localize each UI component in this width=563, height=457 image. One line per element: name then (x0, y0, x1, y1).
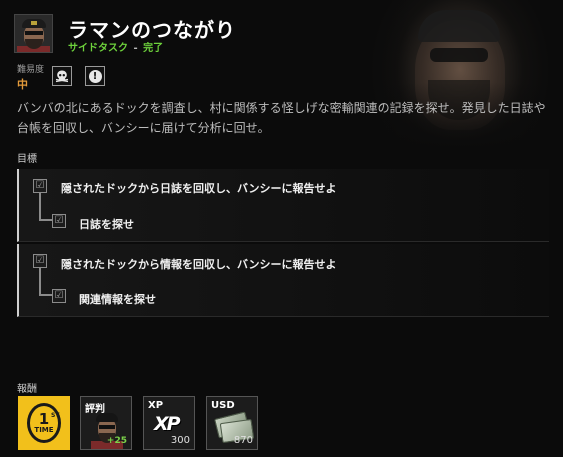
difficulty-label: 難易度 (17, 65, 45, 75)
mission-description: バンバの北にあるドックを調査し、村に関係する怪しげな密輸関連の記録を探せ。発見し… (17, 101, 546, 135)
objective-tree-connector (39, 268, 53, 296)
mission-type: サイドタスク (68, 43, 128, 54)
objective-tree-connector (39, 193, 53, 221)
reward-amount: 870 (233, 435, 253, 446)
reward-first-time[interactable]: 1 ST TIME (18, 396, 70, 450)
objective-group: ☑ 隠されたドックから日誌を回収し、バンシーに報告せよ ☑ 日誌を探せ (17, 169, 549, 242)
skull-icon (52, 66, 72, 86)
mission-subtitle: サイドタスク - 完了 (68, 39, 163, 54)
reward-xp[interactable]: XP XP 300 (143, 396, 195, 450)
sub-objective-checkbox: ☑ (52, 214, 66, 228)
rewards-label: 報酬 (17, 384, 37, 395)
reward-name: USD (211, 400, 235, 411)
sub-objective: 関連情報を探せ (79, 293, 156, 306)
sub-objective: 日誌を探せ (79, 218, 134, 231)
mission-giver-portrait (14, 14, 53, 53)
objective-main: 隠されたドックから情報を回収し、バンシーに報告せよ (61, 258, 337, 271)
xp-icon: XP (154, 413, 181, 435)
objective-checkbox: ☑ (33, 179, 47, 193)
objective-group: ☑ 隠されたドックから情報を回収し、バンシーに報告せよ ☑ 関連情報を探せ (17, 244, 549, 317)
reward-name: XP (148, 400, 164, 411)
subtitle-separator: - (133, 43, 138, 54)
reward-reputation[interactable]: 評判 +25 (80, 396, 132, 450)
objective-main: 隠されたドックから日誌を回収し、バンシーに報告せよ (61, 182, 337, 195)
difficulty-value: 中 (17, 78, 28, 91)
reward-amount: 300 (170, 435, 190, 446)
mission-status: 完了 (143, 43, 164, 54)
objective-checkbox: ☑ (33, 254, 47, 268)
sub-objective-checkbox: ☑ (52, 289, 66, 303)
reward-amount: +25 (106, 436, 127, 446)
reward-usd[interactable]: USD 870 (206, 396, 258, 450)
alert-icon: ! (85, 66, 105, 86)
objectives-label: 目標 (17, 154, 37, 165)
first-time-badge-icon: 1 ST TIME (27, 403, 61, 443)
